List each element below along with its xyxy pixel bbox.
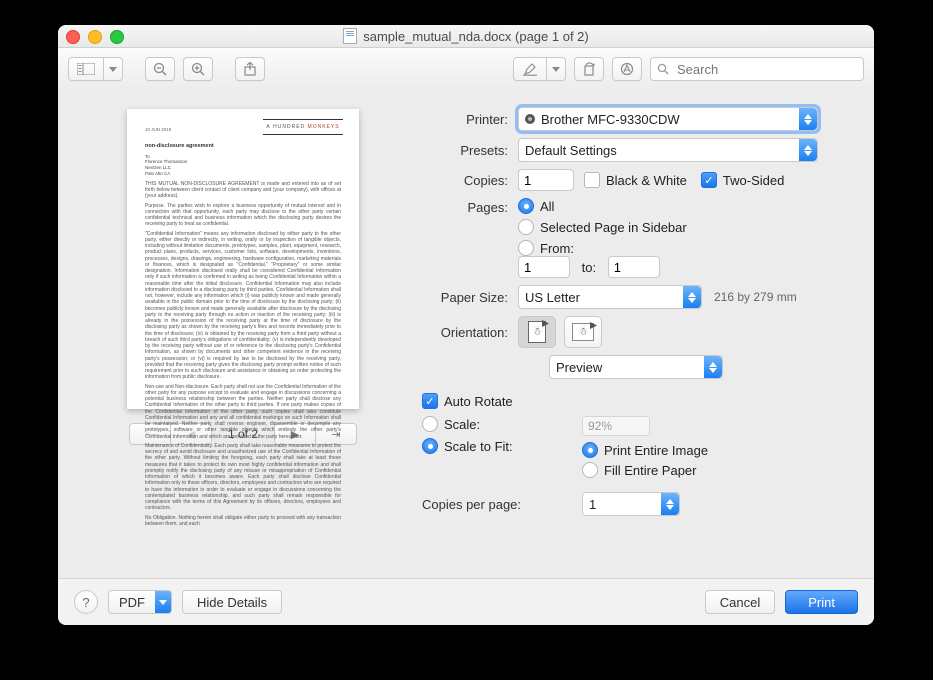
pages-all-radio[interactable]: All (518, 198, 687, 214)
orientation-portrait-button[interactable]: ☃ (518, 316, 556, 348)
pages-from-input[interactable] (518, 256, 570, 278)
doc-recipient: ToFlorence ThomassonNexGen LLCPalo Alto … (145, 154, 341, 177)
pages-to-input[interactable] (608, 256, 660, 278)
preview-pane: A HUNDRED MONKEYS 10 JUN 2019 non-disclo… (58, 89, 418, 579)
help-button[interactable]: ? (74, 590, 98, 614)
pages-selected-radio[interactable]: Selected Page in Sidebar (518, 219, 687, 235)
print-dialog-window: sample_mutual_nda.docx (page 1 of 2) (58, 25, 874, 625)
chevron-updown-icon (799, 108, 817, 130)
print-options: Printer: Brother MFC-9330CDW Presets: De… (418, 89, 874, 579)
copies-per-page-select[interactable]: 1 (582, 492, 680, 516)
share-button[interactable] (235, 57, 265, 81)
scale-value: 92% (582, 416, 650, 436)
search-input[interactable] (675, 61, 857, 78)
checkbox-checked-icon: ✓ (422, 393, 438, 409)
zoom-in-button[interactable] (183, 57, 213, 81)
two-sided-checkbox[interactable]: ✓ Two-Sided (701, 172, 784, 188)
orientation-landscape-button[interactable]: ☃ (564, 316, 602, 348)
rotate-button[interactable] (574, 57, 604, 81)
copies-label: Copies: (422, 173, 508, 188)
radio-icon (518, 219, 534, 235)
titlebar: sample_mutual_nda.docx (page 1 of 2) (58, 25, 874, 48)
search-icon (657, 63, 669, 75)
window-title-text: sample_mutual_nda.docx (page 1 of 2) (363, 29, 588, 44)
sidebar-toggle-button[interactable] (68, 57, 104, 81)
print-button[interactable]: Print (785, 590, 858, 614)
dialog-body: A HUNDRED MONKEYS 10 JUN 2019 non-disclo… (58, 89, 874, 579)
pages-from-radio[interactable]: From: (518, 240, 695, 256)
radio-icon (582, 462, 598, 478)
printer-select[interactable]: Brother MFC-9330CDW (518, 107, 818, 131)
pages-to-label: to: (582, 260, 596, 275)
zoom-out-button[interactable] (145, 57, 175, 81)
radio-selected-icon (518, 198, 534, 214)
close-window-button[interactable] (66, 30, 80, 44)
printer-label: Printer: (422, 112, 508, 127)
orientation-label: Orientation: (422, 325, 508, 340)
presets-label: Presets: (422, 143, 508, 158)
scale-radio[interactable]: Scale: (422, 416, 568, 432)
pdf-menu-button[interactable]: PDF (108, 590, 172, 614)
copies-input[interactable] (518, 169, 574, 191)
highlight-button[interactable] (513, 57, 547, 81)
minimize-window-button[interactable] (88, 30, 102, 44)
window-controls (66, 30, 124, 44)
chevron-updown-icon (704, 356, 722, 378)
page-thumbnail[interactable]: A HUNDRED MONKEYS 10 JUN 2019 non-disclo… (127, 109, 359, 409)
radio-icon (422, 416, 438, 432)
chevron-updown-icon (661, 493, 679, 515)
document-icon (343, 28, 357, 44)
paper-size-hint: 216 by ­279 mm (714, 290, 797, 304)
radio-icon (518, 240, 534, 256)
hide-details-button[interactable]: Hide Details (182, 590, 282, 614)
doc-logo: A HUNDRED MONKEYS (263, 119, 343, 135)
dialog-footer: ? PDF Hide Details Cancel Print (58, 578, 874, 625)
paper-size-select[interactable]: US Letter (518, 285, 702, 309)
chevron-down-icon (155, 590, 172, 614)
pages-label: Pages: (422, 198, 508, 215)
zoom-window-button[interactable] (110, 30, 124, 44)
markup-toolbar-button[interactable] (612, 57, 642, 81)
checkbox-icon (584, 172, 600, 188)
presets-select[interactable]: Default Settings (518, 138, 818, 162)
markup-segment (513, 57, 566, 81)
chevron-updown-icon (683, 286, 701, 308)
sidebar-menu-button[interactable] (104, 57, 123, 81)
search-field[interactable] (650, 57, 864, 81)
cancel-button[interactable]: Cancel (705, 590, 775, 614)
bw-checkbox[interactable]: Black & White (584, 172, 687, 188)
scale-to-fit-radio[interactable]: Scale to Fit: (422, 438, 568, 454)
fill-entire-paper-radio[interactable]: Fill Entire Paper (582, 462, 836, 478)
chevron-updown-icon (799, 139, 817, 161)
toolbar (58, 48, 874, 91)
window-title: sample_mutual_nda.docx (page 1 of 2) (343, 28, 588, 44)
checkbox-checked-icon: ✓ (701, 172, 717, 188)
copies-per-page-label: Copies per page: (422, 497, 572, 512)
highlight-menu-button[interactable] (547, 57, 566, 81)
paper-size-label: Paper Size: (422, 290, 508, 305)
app-options-select[interactable]: Preview (549, 355, 723, 379)
sidebar-segment (68, 57, 123, 81)
printer-status-icon (525, 114, 535, 124)
auto-rotate-checkbox[interactable]: ✓ Auto Rotate (422, 393, 513, 409)
radio-selected-icon (582, 442, 598, 458)
print-entire-image-radio[interactable]: Print Entire Image (582, 442, 836, 458)
radio-selected-icon (422, 438, 438, 454)
